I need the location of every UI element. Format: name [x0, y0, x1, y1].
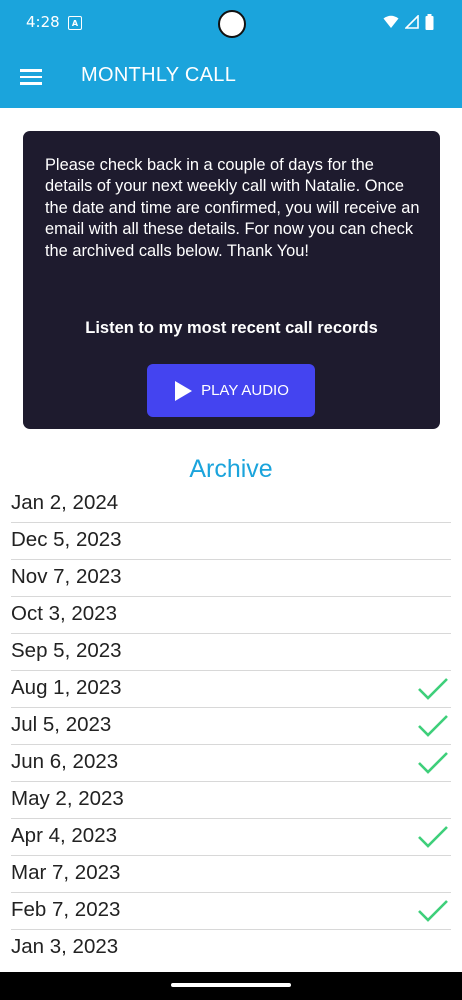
archive-list: Jan 2, 2024 Dec 5, 2023 Nov 7, 2023 Oct 3, …: [11, 486, 451, 966]
check-icon: [418, 715, 448, 737]
signal-icon: [405, 15, 419, 29]
play-audio-label: PLAY AUDIO: [201, 382, 289, 399]
archive-item[interactable]: Nov 7, 2023: [11, 560, 451, 597]
status-bar: 4:28 A: [0, 0, 462, 48]
menu-icon[interactable]: [20, 66, 44, 90]
archive-item-date: Jul 5, 2023: [11, 713, 112, 736]
check-icon: [418, 826, 448, 848]
app-bar: MONTHLY CALL: [0, 48, 462, 108]
archive-item-date: Oct 3, 2023: [11, 602, 117, 625]
archive-item[interactable]: Jul 5, 2023: [11, 708, 451, 745]
archive-title: Archive: [189, 455, 273, 483]
battery-icon: [425, 14, 434, 30]
archive-item-date: Dec 5, 2023: [11, 528, 122, 551]
check-icon: [418, 752, 448, 774]
archive-item-date: May 2, 2023: [11, 787, 124, 810]
archive-item[interactable]: Jan 2, 2024: [11, 486, 451, 523]
info-message: Please check back in a couple of days fo…: [45, 156, 420, 260]
check-icon: [418, 678, 448, 700]
play-audio-button[interactable]: PLAY AUDIO: [147, 364, 315, 417]
archive-item-date: Sep 5, 2023: [11, 639, 122, 662]
archive-item[interactable]: Jan 3, 2023: [11, 930, 451, 966]
archive-item-date: Jun 6, 2023: [11, 750, 119, 773]
archive-item-date: Jan 3, 2023: [11, 935, 119, 958]
navigation-bar: [0, 972, 462, 1000]
archive-item-date: Mar 7, 2023: [11, 861, 121, 884]
archive-item-date: Nov 7, 2023: [11, 565, 122, 588]
archive-item[interactable]: Dec 5, 2023: [11, 523, 451, 560]
archive-item-date: Aug 1, 2023: [11, 676, 122, 699]
archive-item-date: Jan 2, 2024: [11, 491, 119, 514]
status-time: 4:28: [26, 13, 60, 31]
status-icons: [383, 14, 434, 30]
info-card: Please check back in a couple of days fo…: [23, 131, 440, 429]
page-title: MONTHLY CALL: [81, 64, 237, 86]
archive-item[interactable]: Feb 7, 2023: [11, 893, 451, 930]
archive-item[interactable]: Mar 7, 2023: [11, 856, 451, 893]
archive-item-date: Apr 4, 2023: [11, 824, 117, 847]
archive-item[interactable]: Jun 6, 2023: [11, 745, 451, 782]
play-icon: [175, 380, 193, 401]
archive-item[interactable]: Aug 1, 2023: [11, 671, 451, 708]
a-icon: A: [68, 16, 82, 30]
home-handle[interactable]: [171, 983, 291, 987]
archive-item-date: Feb 7, 2023: [11, 898, 121, 921]
archive-item[interactable]: Oct 3, 2023: [11, 597, 451, 634]
camera-cutout: [218, 10, 246, 38]
recent-calls-heading: Listen to my most recent call records: [85, 319, 378, 337]
wifi-icon: [383, 15, 399, 28]
archive-item[interactable]: Apr 4, 2023: [11, 819, 451, 856]
archive-item[interactable]: May 2, 2023: [11, 782, 451, 819]
check-icon: [418, 900, 448, 922]
archive-item[interactable]: Sep 5, 2023: [11, 634, 451, 671]
